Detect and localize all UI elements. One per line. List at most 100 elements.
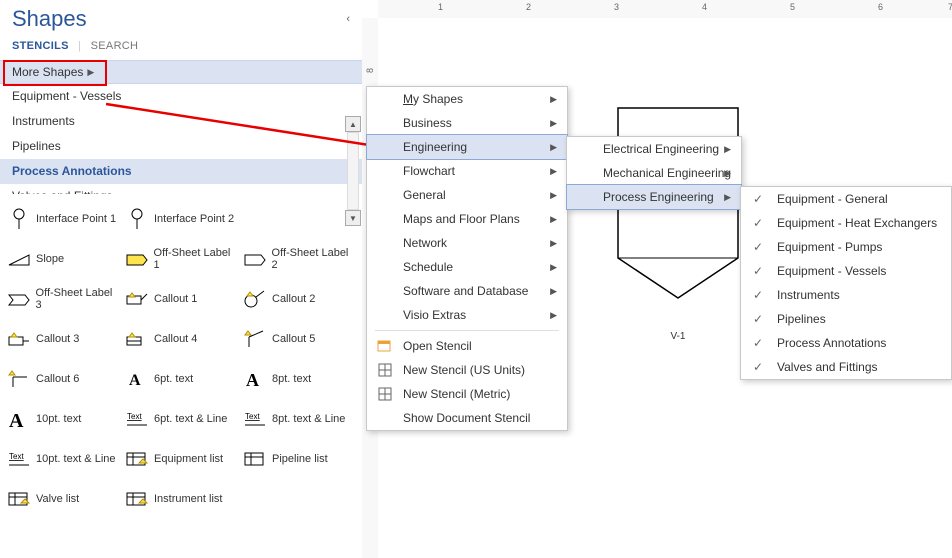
offsheet-label-icon (124, 246, 150, 272)
shape-item[interactable]: Valve list (6, 482, 120, 516)
stencil-row[interactable]: Instruments (0, 109, 362, 134)
check-icon: ✓ (753, 336, 763, 350)
shape-item[interactable]: Text6pt. text & Line (124, 402, 238, 436)
shape-item[interactable]: A6pt. text (124, 362, 238, 396)
menu-item-electrical-engineering[interactable]: Electrical Engineering▶ (567, 137, 741, 161)
menu-item-instruments[interactable]: ✓Instruments (741, 283, 951, 307)
shape-item[interactable]: Callout 4 (124, 322, 238, 356)
tab-stencils[interactable]: STENCILS (12, 40, 69, 52)
ruler-tick: 3 (614, 2, 619, 12)
shape-item[interactable]: Callout 2 (242, 282, 356, 316)
menu-item-process-annotations[interactable]: ✓Process Annotations (741, 331, 951, 355)
collapse-shapes-icon[interactable]: ‹ (346, 13, 350, 25)
text-line-icon: Text (6, 446, 32, 472)
shape-item[interactable]: A10pt. text (6, 402, 120, 436)
chevron-right-icon: ▶ (724, 192, 731, 203)
chevron-right-icon: ▶ (550, 238, 557, 249)
menu-item-business[interactable]: Business▶ (367, 111, 567, 135)
stencil-row[interactable]: Process Annotations (0, 159, 362, 184)
shape-label: 8pt. text & Line (272, 413, 345, 425)
shape-item[interactable]: A 8pt. text (242, 362, 356, 396)
stencil-row[interactable]: Valves and Fittings (0, 184, 362, 194)
shape-item[interactable]: Instrument list (124, 482, 238, 516)
shape-item[interactable]: Off-Sheet Label 2 (242, 242, 356, 276)
menu-item-new-stencil-us[interactable]: New Stencil (US Units) (367, 358, 567, 382)
shape-item[interactable]: Off-Sheet Label 3 (6, 282, 120, 316)
shape-item[interactable]: Interface Point 2 (124, 202, 238, 236)
shape-item[interactable]: Interface Point 1 (6, 202, 120, 236)
shape-item[interactable]: Off-Sheet Label 1 (124, 242, 238, 276)
list-icon (124, 446, 150, 472)
shape-item[interactable]: Equipment list (124, 442, 238, 476)
menu-item-schedule[interactable]: Schedule▶ (367, 255, 567, 279)
shape-label: Pipeline list (272, 453, 328, 465)
offsheet-label-icon (242, 246, 268, 272)
menu-item-mechanical-engineering[interactable]: Mechanical Engineering▶ (567, 161, 741, 185)
menu-item-open-stencil[interactable]: Open Stencil (367, 334, 567, 358)
shape-item[interactable]: Callout 1 (124, 282, 238, 316)
menu-item-maps-floor-plans[interactable]: Maps and Floor Plans▶ (367, 207, 567, 231)
shape-item[interactable]: Callout 5 (242, 322, 356, 356)
shape-label: Valve list (36, 493, 79, 505)
shape-item[interactable]: Pipeline list (242, 442, 356, 476)
more-shapes-label: More Shapes (12, 65, 83, 79)
menu-item-software-database[interactable]: Software and Database▶ (367, 279, 567, 303)
menu-item-equipment-heat-exchangers[interactable]: ✓Equipment - Heat Exchangers (741, 211, 951, 235)
menu-item-general[interactable]: General▶ (367, 183, 567, 207)
stencil-shape-grid: Interface Point 1 Interface Point 2 Slop… (0, 194, 362, 524)
shape-item[interactable]: Callout 6 (6, 362, 120, 396)
callout-icon (124, 326, 150, 352)
check-icon: ✓ (753, 216, 763, 230)
shape-label: Callout 4 (154, 333, 197, 345)
menu-item-pipelines[interactable]: ✓Pipelines (741, 307, 951, 331)
scroll-down-icon[interactable]: ▼ (345, 210, 361, 226)
menu-item-process-engineering[interactable]: Process Engineering▶ (566, 184, 742, 210)
shape-label: Callout 1 (154, 293, 197, 305)
text-icon: A (6, 406, 32, 432)
check-icon: ✓ (753, 288, 763, 302)
scroll-track[interactable] (347, 132, 359, 210)
shape-label: Interface Point 1 (36, 213, 116, 225)
stencil-scrollbar[interactable]: ▲ ▼ (346, 116, 360, 226)
shape-label: 8pt. text (272, 373, 311, 385)
scroll-up-icon[interactable]: ▲ (345, 116, 361, 132)
menu-item-valves-and-fittings[interactable]: ✓Valves and Fittings (741, 355, 951, 379)
more-shapes-row[interactable]: More Shapes ▶ (0, 60, 362, 84)
chevron-right-icon: ▶ (550, 214, 557, 225)
menu-item-equipment-vessels[interactable]: ✓Equipment - Vessels (741, 259, 951, 283)
menu-item-equipment-general[interactable]: ✓Equipment - General (741, 187, 951, 211)
engineering-submenu: Electrical Engineering▶ Mechanical Engin… (566, 136, 742, 210)
text-line-icon: Text (124, 406, 150, 432)
svg-text:A: A (246, 370, 259, 390)
shape-label: 10pt. text & Line (36, 453, 116, 465)
tab-search[interactable]: SEARCH (91, 40, 139, 52)
chevron-right-icon: ▶ (724, 144, 731, 155)
callout-icon (6, 366, 32, 392)
ruler-tick: 2 (526, 2, 531, 12)
ruler-tick: 6 (878, 2, 883, 12)
vessel-label: V-1 (598, 331, 758, 342)
shape-item[interactable]: Slope (6, 242, 120, 276)
menu-item-show-document-stencil[interactable]: Show Document Stencil (367, 406, 567, 430)
stencil-row[interactable]: Pipelines (0, 134, 362, 159)
menu-item-equipment-pumps[interactable]: ✓Equipment - Pumps (741, 235, 951, 259)
offsheet-label-icon (6, 286, 32, 312)
more-shapes-menu: My Shapes▶ Business▶ Engineering▶ Flowch… (366, 86, 568, 431)
text-icon: A (124, 366, 150, 392)
shape-label: Off-Sheet Label 1 (154, 247, 238, 271)
interface-point-icon (6, 206, 32, 232)
stencil-row[interactable]: Equipment - Vessels (0, 84, 362, 109)
menu-item-visio-extras[interactable]: Visio Extras▶ (367, 303, 567, 327)
menu-item-engineering[interactable]: Engineering▶ (366, 134, 568, 160)
menu-item-new-stencil-metric[interactable]: New Stencil (Metric) (367, 382, 567, 406)
shape-item[interactable]: Text 10pt. text & Line (6, 442, 120, 476)
svg-text:Text: Text (9, 452, 24, 461)
menu-item-network[interactable]: Network▶ (367, 231, 567, 255)
vessel-shape[interactable]: V-1 (598, 88, 758, 342)
shape-item[interactable]: Text8pt. text & Line (242, 402, 356, 436)
tab-separator: | (78, 40, 81, 52)
menu-item-flowchart[interactable]: Flowchart▶ (367, 159, 567, 183)
shape-label: Slope (36, 253, 64, 265)
shape-item[interactable]: Callout 3 (6, 322, 120, 356)
menu-item-my-shapes[interactable]: My Shapes▶ (367, 87, 567, 111)
